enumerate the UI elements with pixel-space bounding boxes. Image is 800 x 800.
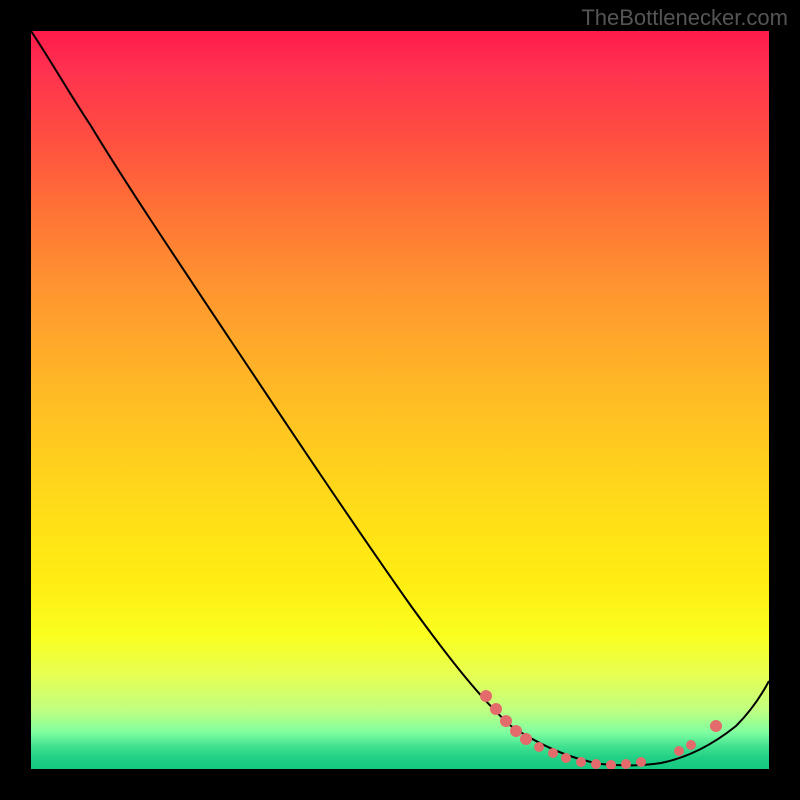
attribution-text: TheBottlenecker.com <box>581 5 788 31</box>
data-point <box>576 757 586 767</box>
data-point <box>591 759 601 769</box>
data-point <box>636 757 646 767</box>
data-point <box>710 720 722 732</box>
data-point <box>674 746 684 756</box>
data-point <box>500 715 512 727</box>
data-point <box>480 690 492 702</box>
data-point <box>621 759 631 769</box>
data-point <box>510 725 522 737</box>
data-point <box>490 703 502 715</box>
data-point <box>534 742 544 752</box>
data-point <box>561 753 571 763</box>
data-point <box>520 733 532 745</box>
chart-svg <box>31 31 769 769</box>
bottleneck-curve <box>31 31 769 765</box>
chart-area <box>31 31 769 769</box>
data-point <box>686 740 696 750</box>
data-point <box>548 748 558 758</box>
data-points-group <box>480 690 722 769</box>
data-point <box>606 760 616 769</box>
